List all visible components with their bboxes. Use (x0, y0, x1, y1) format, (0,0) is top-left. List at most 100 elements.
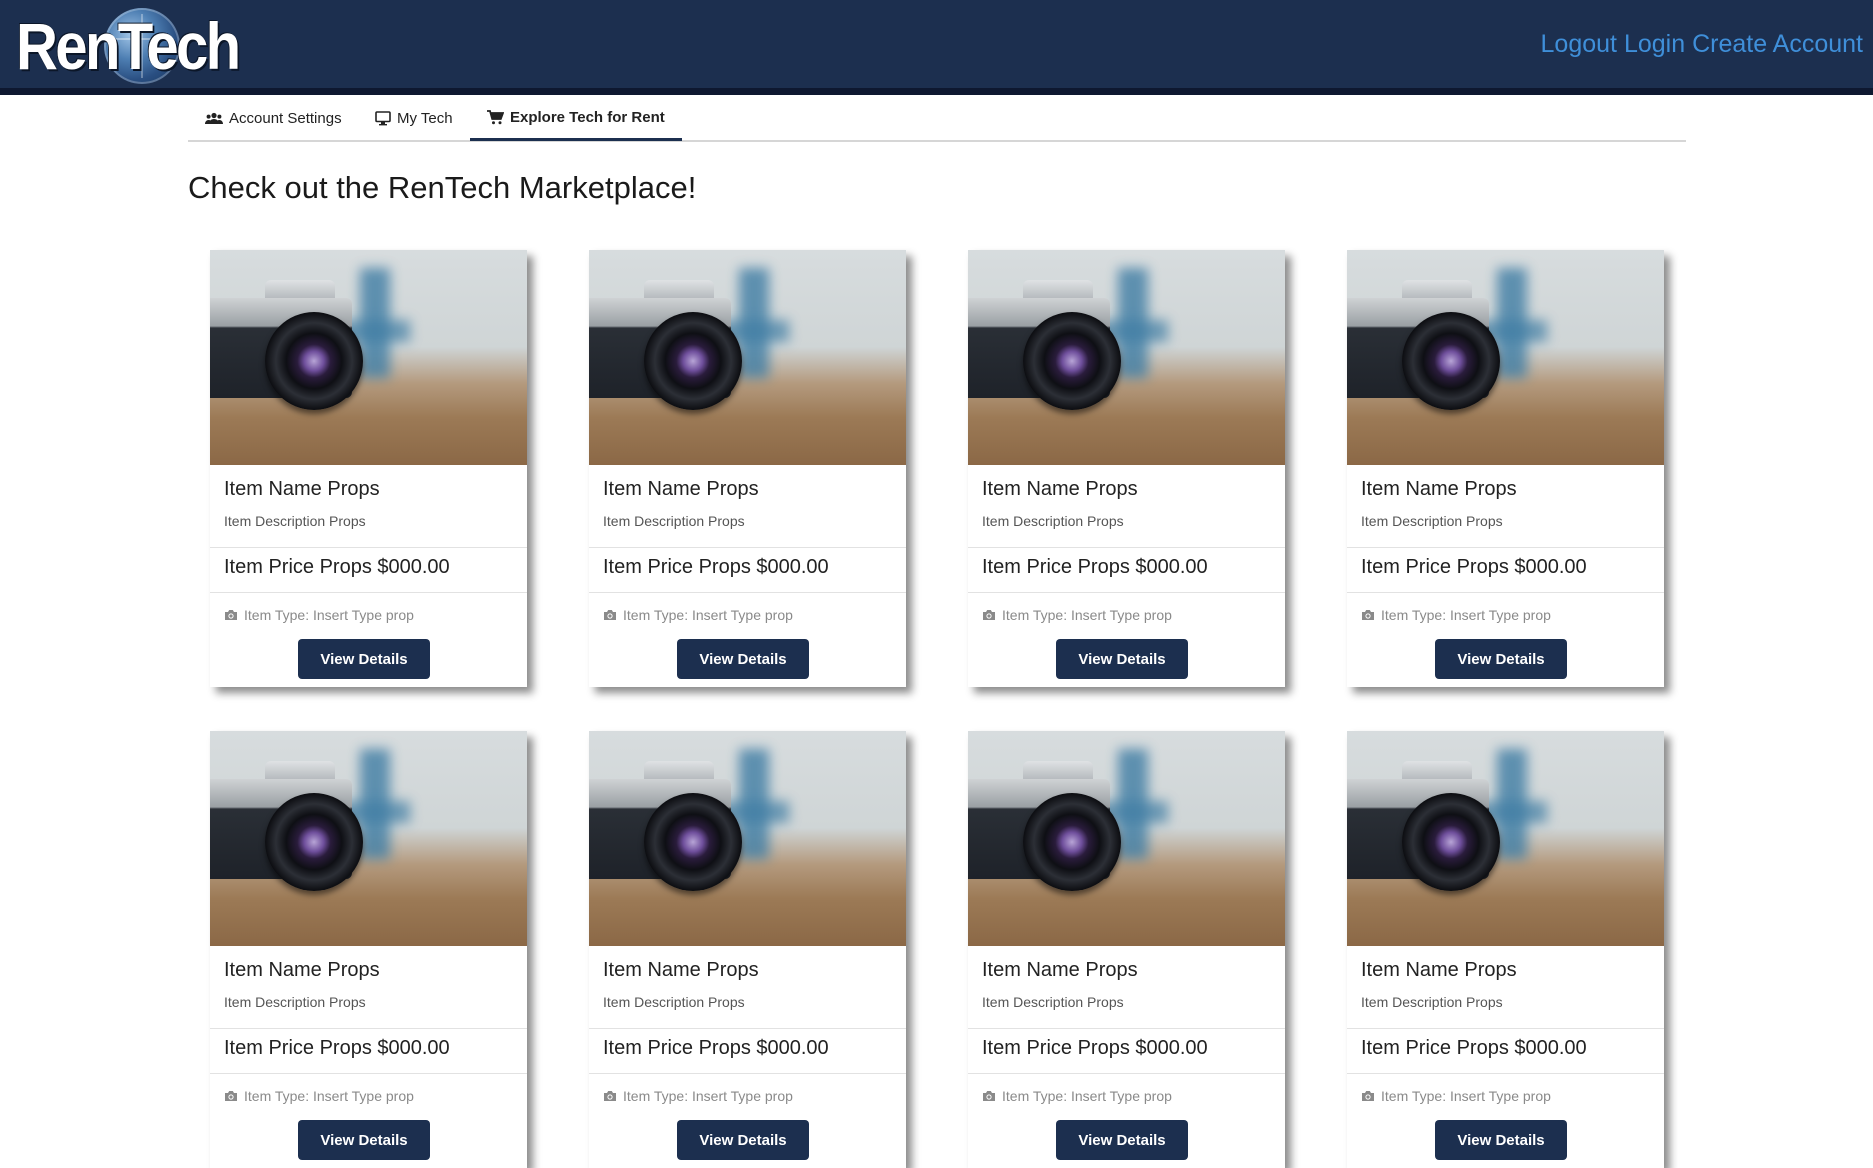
item-type: Item Type: Insert Type prop (1361, 1088, 1551, 1104)
logo-text: RenTech (16, 9, 241, 83)
rentech-logo[interactable]: RenTech (16, 6, 246, 86)
product-image[interactable] (210, 731, 527, 946)
item-name: Item Name Props (1361, 478, 1517, 500)
divider (210, 592, 527, 593)
item-type-text: Item Type: Insert Type prop (244, 607, 414, 623)
product-card: Item Name Props Item Description Props I… (210, 731, 527, 1168)
divider (1347, 1073, 1664, 1074)
cart-icon (487, 109, 504, 125)
divider (968, 1028, 1285, 1029)
users-icon (205, 112, 223, 125)
divider (210, 1028, 527, 1029)
product-image[interactable] (589, 250, 906, 465)
item-price: Item Price Props $000.00 (1361, 556, 1587, 578)
logout-link[interactable]: Logout (1541, 30, 1617, 58)
view-details-button[interactable]: View Details (1056, 1120, 1188, 1160)
product-image[interactable] (968, 731, 1285, 946)
item-name: Item Name Props (224, 478, 380, 500)
divider (1347, 547, 1664, 548)
divider (589, 1028, 906, 1029)
divider (589, 1073, 906, 1074)
item-type-text: Item Type: Insert Type prop (1381, 607, 1551, 623)
create-account-link[interactable]: Create Account (1692, 30, 1863, 58)
item-type: Item Type: Insert Type prop (1361, 607, 1551, 623)
product-card: Item Name Props Item Description Props I… (1347, 250, 1664, 687)
product-image[interactable] (1347, 250, 1664, 465)
item-name: Item Name Props (982, 478, 1138, 500)
divider (968, 592, 1285, 593)
auth-links: Logout Login Create Account (1541, 30, 1863, 59)
item-type: Item Type: Insert Type prop (982, 607, 1172, 623)
item-price: Item Price Props $000.00 (982, 556, 1208, 578)
divider (210, 547, 527, 548)
product-image[interactable] (1347, 731, 1664, 946)
divider (589, 547, 906, 548)
view-details-button[interactable]: View Details (298, 639, 430, 679)
tab-label: Account Settings (229, 109, 342, 127)
monitor-icon (375, 110, 391, 126)
item-description: Item Description Props (603, 994, 745, 1010)
divider (968, 1073, 1285, 1074)
login-link[interactable]: Login (1624, 30, 1685, 58)
product-card: Item Name Props Item Description Props I… (968, 250, 1285, 687)
view-details-button[interactable]: View Details (298, 1120, 430, 1160)
tab-label: My Tech (397, 109, 453, 127)
camera-icon (224, 1090, 238, 1102)
item-type: Item Type: Insert Type prop (224, 1088, 414, 1104)
item-type-text: Item Type: Insert Type prop (244, 1088, 414, 1104)
product-card: Item Name Props Item Description Props I… (589, 731, 906, 1168)
item-type-text: Item Type: Insert Type prop (623, 1088, 793, 1104)
tab-bar: Account Settings My Tech Explore Tech fo… (188, 96, 1686, 142)
item-type: Item Type: Insert Type prop (982, 1088, 1172, 1104)
item-price: Item Price Props $000.00 (603, 556, 829, 578)
item-description: Item Description Props (603, 513, 745, 529)
camera-icon (603, 1090, 617, 1102)
view-details-button[interactable]: View Details (677, 639, 809, 679)
item-description: Item Description Props (1361, 994, 1503, 1010)
item-type-text: Item Type: Insert Type prop (623, 607, 793, 623)
tab-label: Explore Tech for Rent (510, 108, 665, 126)
product-image[interactable] (210, 250, 527, 465)
divider (589, 592, 906, 593)
item-description: Item Description Props (982, 513, 1124, 529)
divider (1347, 592, 1664, 593)
item-description: Item Description Props (1361, 513, 1503, 529)
item-price: Item Price Props $000.00 (603, 1037, 829, 1059)
item-type: Item Type: Insert Type prop (224, 607, 414, 623)
item-price: Item Price Props $000.00 (224, 1037, 450, 1059)
item-type-text: Item Type: Insert Type prop (1002, 607, 1172, 623)
divider (968, 547, 1285, 548)
camera-icon (603, 609, 617, 621)
item-name: Item Name Props (982, 959, 1138, 981)
view-details-button[interactable]: View Details (1435, 639, 1567, 679)
tab-account-settings[interactable]: Account Settings (188, 96, 359, 140)
camera-icon (224, 609, 238, 621)
camera-icon (1361, 1090, 1375, 1102)
product-image[interactable] (968, 250, 1285, 465)
product-card: Item Name Props Item Description Props I… (210, 250, 527, 687)
tab-my-tech[interactable]: My Tech (358, 96, 470, 140)
top-navbar: RenTech Logout Login Create Account (0, 0, 1873, 95)
item-price: Item Price Props $000.00 (224, 556, 450, 578)
item-type: Item Type: Insert Type prop (603, 1088, 793, 1104)
product-card: Item Name Props Item Description Props I… (968, 731, 1285, 1168)
divider (210, 1073, 527, 1074)
item-description: Item Description Props (982, 994, 1124, 1010)
tab-explore-tech[interactable]: Explore Tech for Rent (470, 96, 682, 141)
item-name: Item Name Props (603, 959, 759, 981)
item-name: Item Name Props (1361, 959, 1517, 981)
item-name: Item Name Props (224, 959, 380, 981)
view-details-button[interactable]: View Details (1435, 1120, 1567, 1160)
camera-icon (982, 1090, 996, 1102)
camera-icon (982, 609, 996, 621)
item-description: Item Description Props (224, 994, 366, 1010)
item-name: Item Name Props (603, 478, 759, 500)
view-details-button[interactable]: View Details (1056, 639, 1188, 679)
divider (1347, 1028, 1664, 1029)
product-card: Item Name Props Item Description Props I… (589, 250, 906, 687)
item-type-text: Item Type: Insert Type prop (1381, 1088, 1551, 1104)
camera-icon (1361, 609, 1375, 621)
view-details-button[interactable]: View Details (677, 1120, 809, 1160)
product-image[interactable] (589, 731, 906, 946)
page-title: Check out the RenTech Marketplace! (188, 170, 697, 205)
